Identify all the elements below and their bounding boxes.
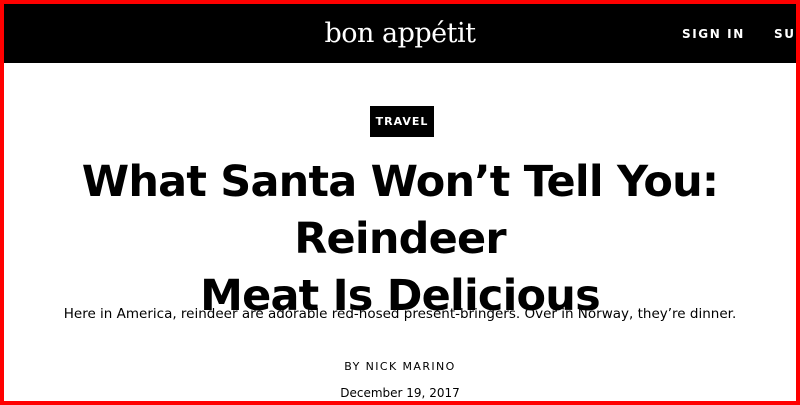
headline-line-1: What Santa Won’t Tell You: Reindeer xyxy=(81,157,719,264)
site-header: bon appétit SIGN IN SU xyxy=(4,4,796,63)
article-date: December 19, 2017 xyxy=(340,386,460,400)
category-tag[interactable]: TRAVEL xyxy=(370,106,434,137)
article-headline: What Santa Won’t Tell You: Reindeer Meat… xyxy=(4,154,796,325)
article-byline[interactable]: BY NICK MARINO xyxy=(4,360,796,374)
page-frame: bon appétit SIGN IN SU TRAVEL What Santa… xyxy=(0,0,800,405)
subscribe-link[interactable]: SU xyxy=(774,26,796,42)
article-dek: Here in America, reindeer are adorable r… xyxy=(63,306,737,322)
sign-in-link[interactable]: SIGN IN xyxy=(682,26,745,42)
site-logo[interactable]: bon appétit xyxy=(4,18,796,50)
